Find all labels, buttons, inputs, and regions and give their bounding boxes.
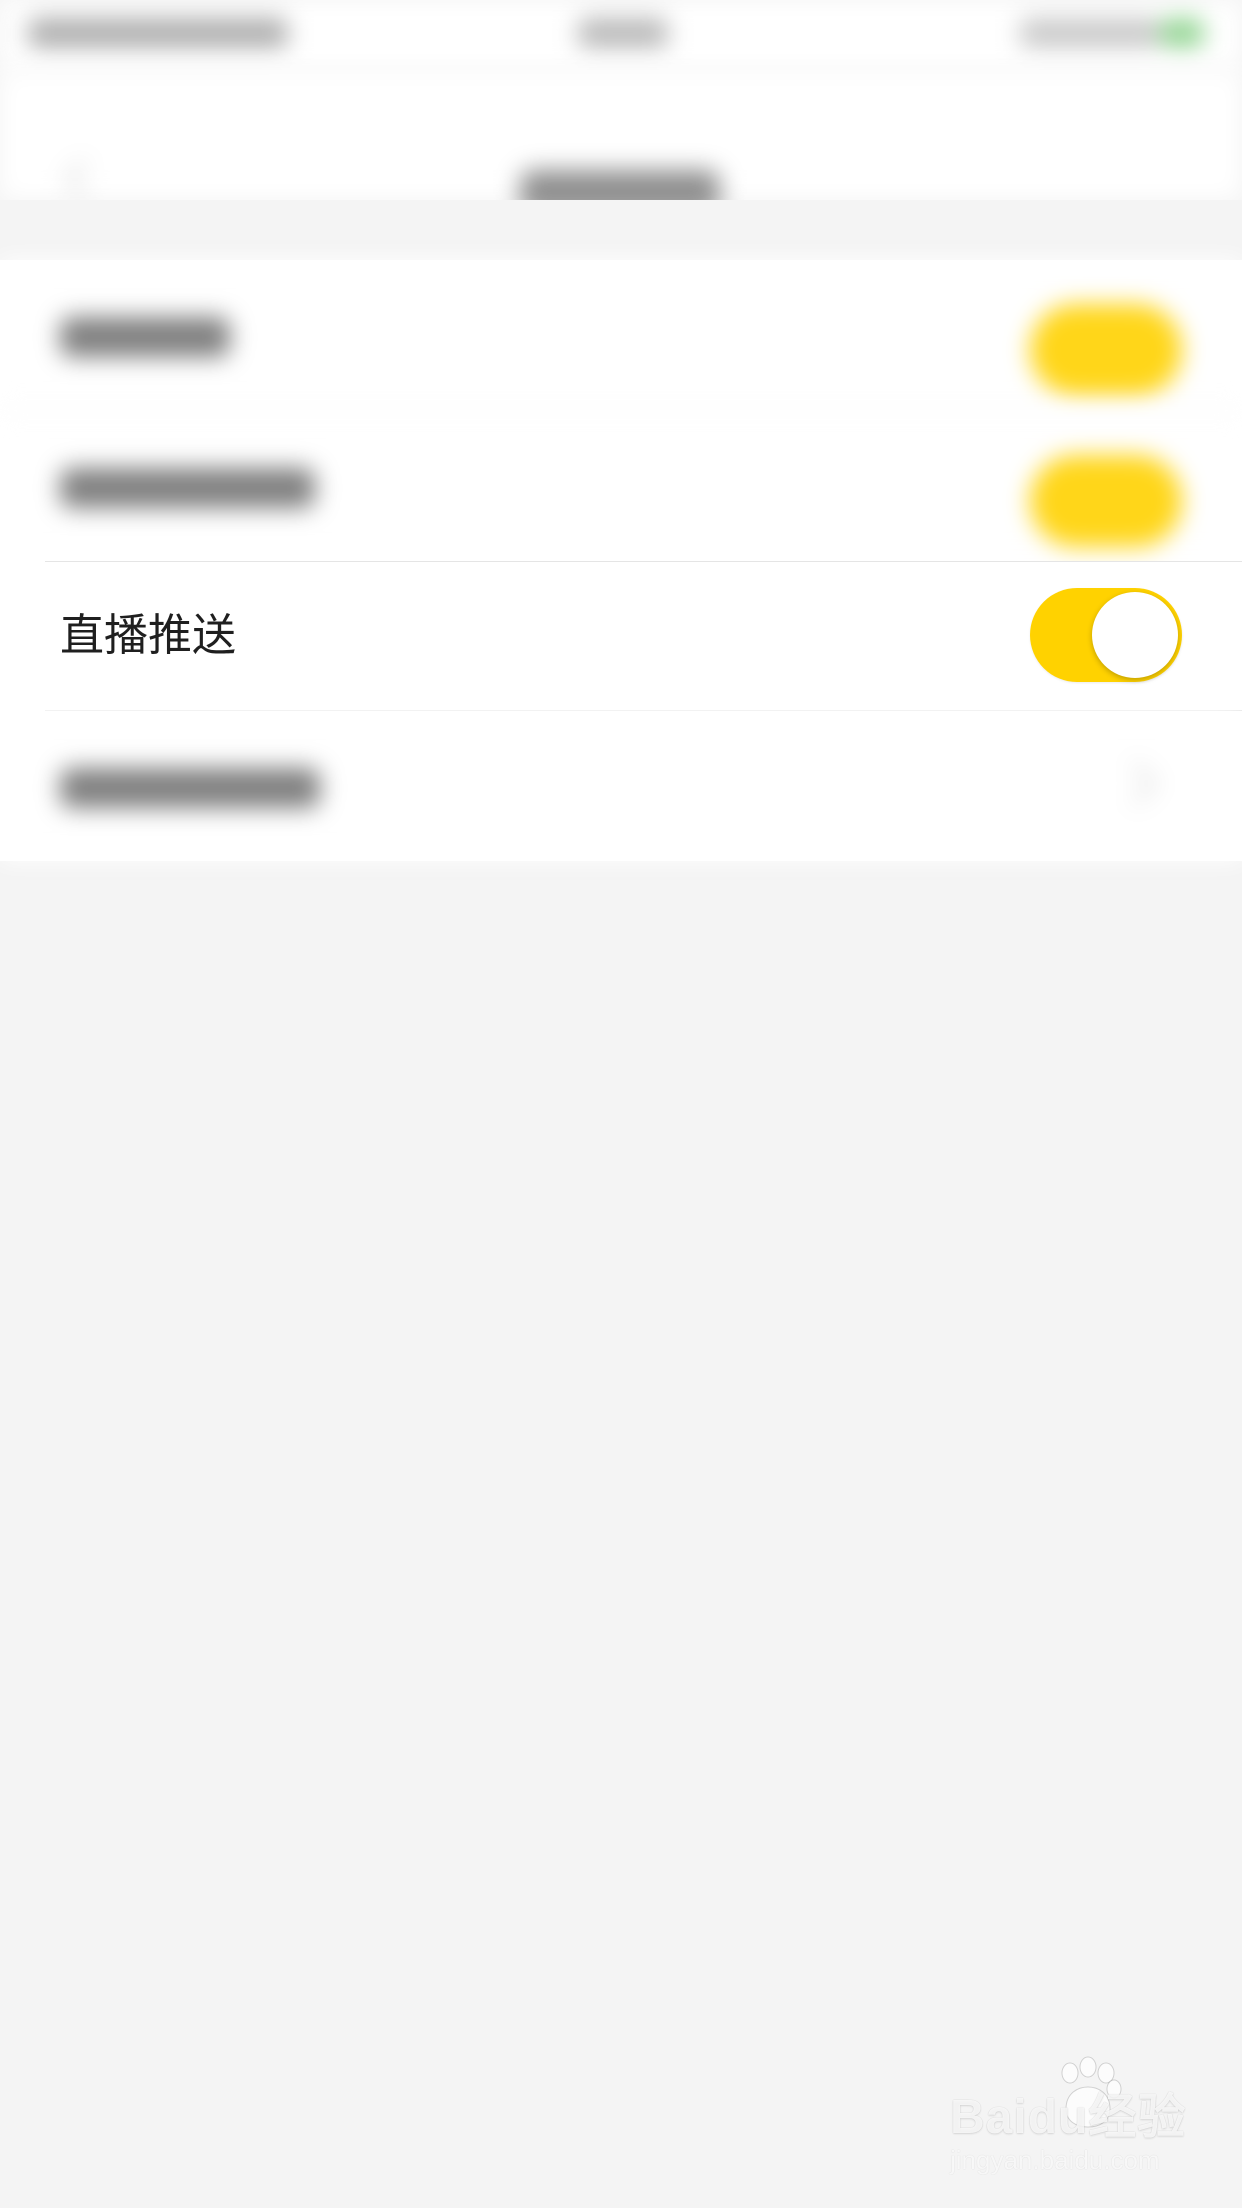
status-bar-left xyxy=(28,18,288,48)
status-bar-time xyxy=(578,18,668,48)
settings-row-live-push[interactable]: 直播推送 xyxy=(0,561,1242,711)
settings-screen: 直播推送 Baidu经验 jingyan.baidu.com xyxy=(0,0,1242,2208)
live-push-toggle[interactable] xyxy=(1030,588,1182,682)
navigation-bar xyxy=(0,70,1242,214)
live-push-label: 直播推送 xyxy=(60,610,236,661)
settings-row-4[interactable] xyxy=(0,711,1242,861)
settings-row-2-toggle[interactable] xyxy=(1030,455,1182,547)
watermark-url: jingyan.baidu.com xyxy=(950,2145,1160,2175)
settings-row-2-label xyxy=(60,468,315,508)
watermark-logo-text: Baidu经验 xyxy=(950,2091,1187,2144)
toggle-knob xyxy=(1092,592,1178,678)
baidu-jingyan-watermark: Baidu经验 jingyan.baidu.com xyxy=(950,2045,1230,2185)
status-bar-right xyxy=(1020,18,1160,48)
settings-row-1[interactable] xyxy=(0,260,1242,410)
settings-row-1-toggle[interactable] xyxy=(1030,304,1182,396)
section-gap xyxy=(0,200,1242,260)
back-icon[interactable] xyxy=(64,159,103,198)
settings-row-4-label xyxy=(60,768,320,808)
paw-icon xyxy=(1061,2056,1122,2128)
settings-list: 直播推送 xyxy=(0,260,1242,861)
status-bar xyxy=(0,0,1242,70)
battery-icon xyxy=(1160,18,1204,48)
chevron-right-icon xyxy=(1113,761,1158,806)
settings-row-1-label xyxy=(60,317,230,357)
settings-row-2[interactable] xyxy=(0,410,1242,561)
